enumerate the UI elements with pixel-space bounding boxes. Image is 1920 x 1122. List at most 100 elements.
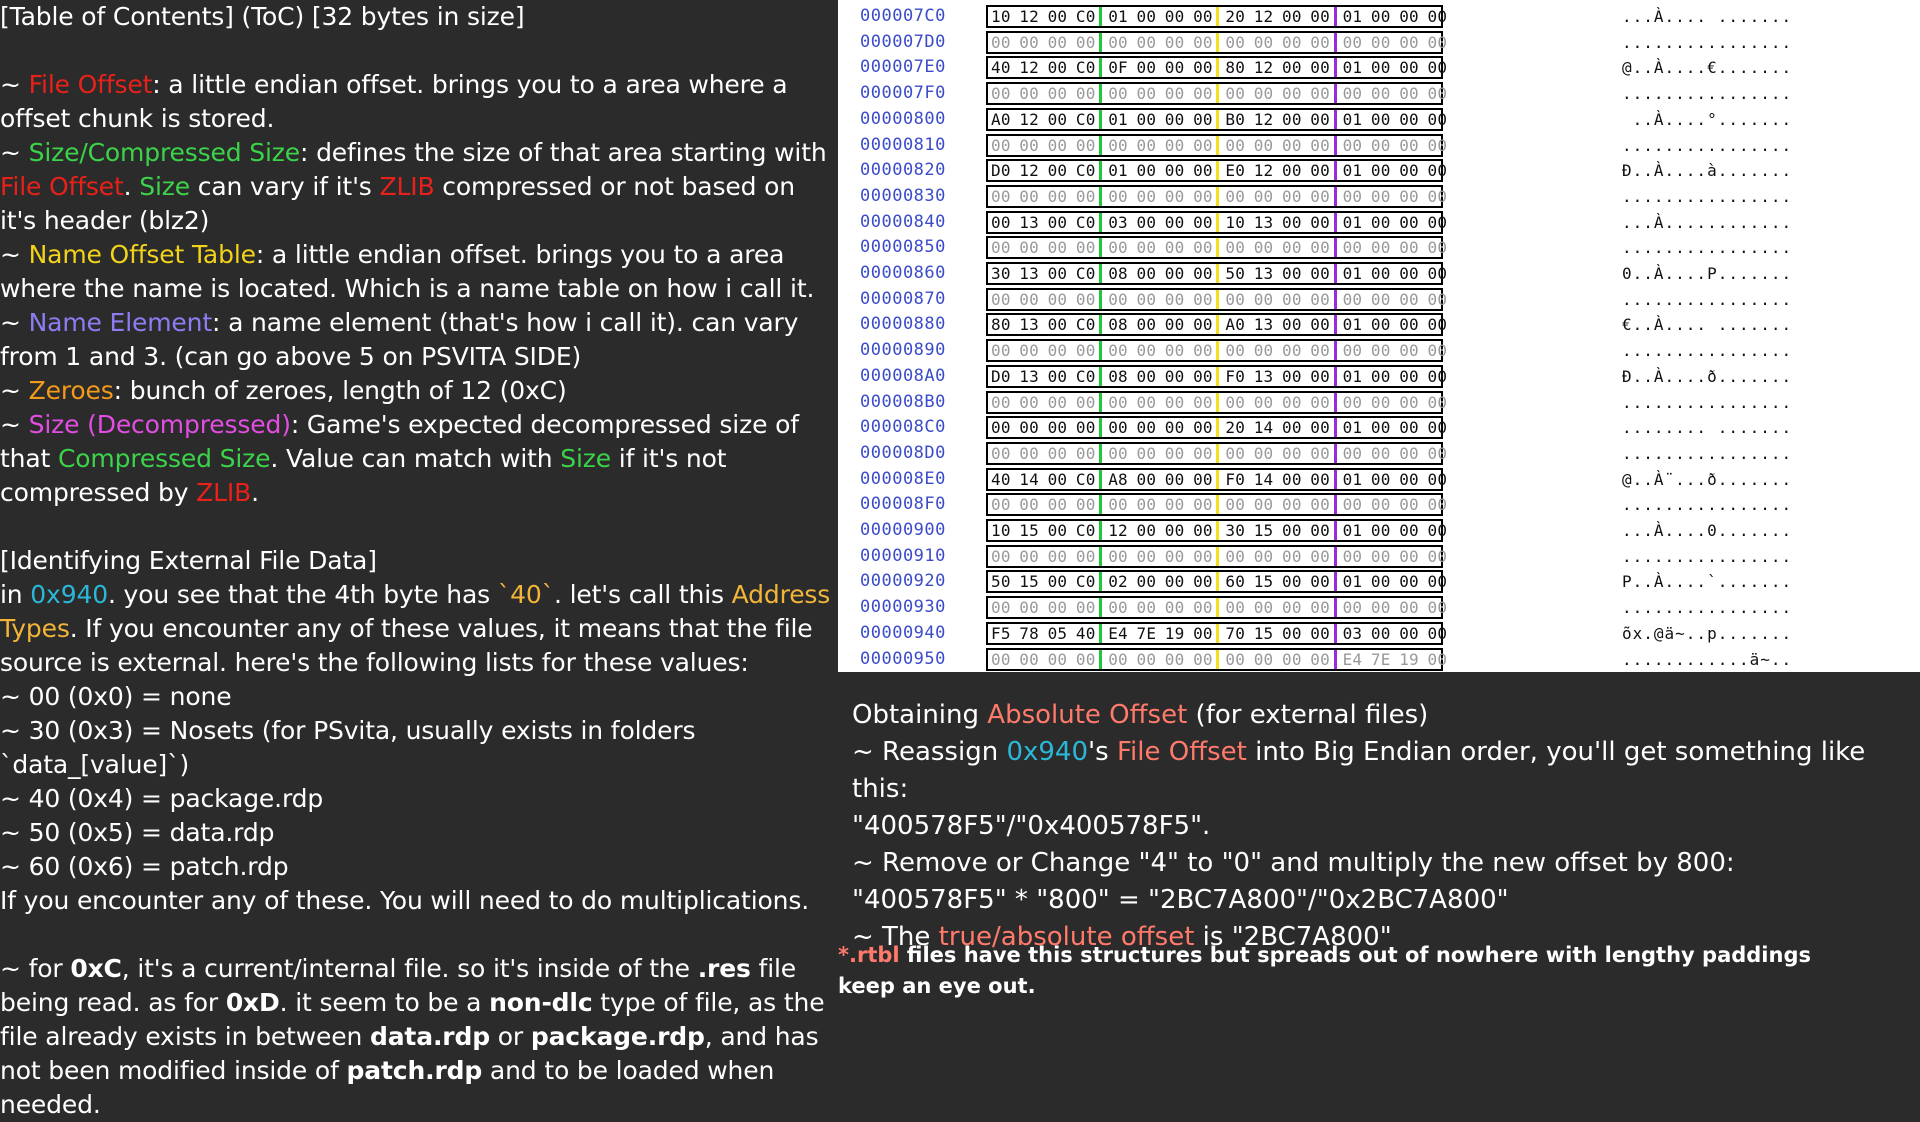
hex-byte: 20 bbox=[1225, 7, 1246, 26]
hex-bytes: 00 00 00 00 00 00 00 00 00 00 00 00 00 00 00 00 bbox=[986, 236, 1447, 260]
hex-byte: 00 bbox=[1399, 572, 1419, 592]
hex-bytes: 00 00 00 00 00 00 00 00 00 00 00 00 00 00 00 00 bbox=[986, 133, 1447, 157]
hex-byte: 00 bbox=[1225, 289, 1246, 309]
hex-byte: 00 bbox=[1427, 443, 1448, 463]
hex-byte: 00 bbox=[1399, 521, 1419, 540]
hex-byte: 00 bbox=[1019, 546, 1039, 566]
hex-byte: 13 bbox=[1019, 212, 1039, 232]
hex-ascii: Ð..À....ð....... bbox=[1622, 366, 1793, 386]
field-separator bbox=[1216, 521, 1220, 540]
hex-byte: 00 bbox=[1136, 212, 1157, 232]
hex-byte: 00 bbox=[1370, 623, 1391, 643]
hex-byte: 00 bbox=[1047, 186, 1068, 206]
hex-byte: 01 bbox=[1342, 161, 1363, 181]
hex-address: 00000840 bbox=[860, 211, 946, 232]
hex-ascii: @..À....€....... bbox=[1622, 58, 1793, 78]
hex-byte: 30 bbox=[1225, 521, 1246, 540]
hex-byte: 20 bbox=[1225, 418, 1246, 438]
hex-byte: 00 bbox=[1164, 135, 1185, 155]
hex-byte: 00 bbox=[1342, 546, 1363, 566]
hex-byte: 00 bbox=[1370, 238, 1391, 258]
list-item: ~ 60 (0x6) = patch.rdp bbox=[0, 852, 289, 881]
hex-bytes: 00 00 00 00 00 00 00 00 00 00 00 00 00 00 00 00 bbox=[986, 287, 1447, 311]
hex-byte: 01 bbox=[1108, 109, 1128, 129]
hex-byte: 00 bbox=[1282, 469, 1302, 489]
hex-byte: 00 bbox=[1193, 135, 1213, 155]
hex-byte: 00 bbox=[1310, 521, 1330, 540]
field-separator bbox=[1216, 186, 1220, 206]
hex-byte: 13 bbox=[1253, 366, 1274, 386]
hex-byte: C0 bbox=[1075, 264, 1096, 283]
hex-byte: 00 bbox=[1310, 186, 1330, 206]
hex-byte: 00 bbox=[1310, 84, 1330, 104]
hex-row: 00000900 10 15 00 C0 12 00 00 00 30 15 00 00 01 00 00 00… bbox=[838, 518, 1920, 544]
hex-byte: 00 bbox=[1427, 366, 1448, 386]
field-separator bbox=[1333, 289, 1337, 309]
hex-byte: 00 bbox=[1019, 392, 1039, 412]
hex-byte: 00 bbox=[1282, 598, 1302, 618]
decompressed-line: ~ Size (Decompressed): Game's expected d… bbox=[0, 410, 799, 507]
hex-byte: 00 bbox=[1399, 212, 1419, 232]
hex-byte: 00 bbox=[1108, 546, 1128, 566]
hex-byte: 00 bbox=[1164, 418, 1185, 438]
step-big-endian-value: "400578F5"/"0x400578F5". bbox=[852, 811, 1211, 841]
field-separator bbox=[1216, 109, 1220, 129]
hex-ascii: õx.@ä~..p....... bbox=[1622, 623, 1793, 643]
hex-byte: 00 bbox=[1193, 366, 1213, 386]
hex-byte: C0 bbox=[1075, 212, 1096, 232]
hex-byte: 00 bbox=[1310, 598, 1330, 618]
hex-ascii: ................ bbox=[1622, 443, 1793, 463]
hex-byte: 00 bbox=[1399, 7, 1419, 26]
hex-byte: F5 bbox=[991, 623, 1011, 643]
hex-byte: 00 bbox=[1282, 289, 1302, 309]
hex-byte: 00 bbox=[1399, 186, 1419, 206]
field-separator bbox=[1099, 366, 1103, 386]
field-separator bbox=[1099, 315, 1103, 335]
hex-byte: 00 bbox=[1370, 32, 1391, 52]
hex-byte: 00 bbox=[1282, 212, 1302, 232]
hex-byte: 78 bbox=[1019, 623, 1039, 643]
hex-byte: 00 bbox=[1075, 135, 1096, 155]
hex-byte: 00 bbox=[1193, 649, 1213, 669]
list-item: ~ 30 (0x3) = Nosets (for PSvita, usually… bbox=[0, 716, 696, 779]
step-reassign: ~ Reassign 0x940's File Offset into Big … bbox=[852, 737, 1866, 804]
hex-byte: C0 bbox=[1075, 469, 1096, 489]
hex-byte: 00 bbox=[1108, 238, 1128, 258]
hex-byte: 00 bbox=[1136, 186, 1157, 206]
field-separator bbox=[1099, 58, 1103, 78]
toc-header: [Table of Contents] (ToC) [32 bytes in s… bbox=[0, 2, 525, 31]
hex-byte: 00 bbox=[1108, 495, 1128, 515]
hex-byte: 00 bbox=[1370, 521, 1391, 540]
list-item: ~ 00 (0x0) = none bbox=[0, 682, 232, 711]
field-separator bbox=[1333, 32, 1337, 52]
hex-byte: 00 bbox=[1370, 58, 1391, 78]
field-separator bbox=[1216, 598, 1220, 618]
hex-byte: 30 bbox=[991, 264, 1011, 283]
hex-byte: 00 bbox=[1193, 58, 1213, 78]
hex-row: 00000910 00 00 00 00 00 00 00 00 00 00 00 00 00 00 00 00… bbox=[838, 544, 1920, 570]
hex-byte: 00 bbox=[1370, 392, 1391, 412]
hex-byte: 01 bbox=[1108, 161, 1128, 181]
hex-byte: 00 bbox=[1253, 392, 1274, 412]
hex-byte: 00 bbox=[1075, 238, 1096, 258]
hex-byte: 00 bbox=[1427, 161, 1448, 181]
hex-byte: 7E bbox=[1136, 623, 1157, 643]
hex-byte: 00 bbox=[1310, 418, 1330, 438]
hex-byte: 00 bbox=[1136, 264, 1157, 283]
hex-address: 000008A0 bbox=[860, 365, 946, 386]
hex-byte: 00 bbox=[1019, 443, 1039, 463]
field-separator bbox=[1216, 418, 1220, 438]
hex-byte: 50 bbox=[991, 572, 1011, 592]
hex-byte: 00 bbox=[1047, 649, 1068, 669]
hex-byte: 00 bbox=[1047, 135, 1068, 155]
hex-bytes: 30 13 00 C0 08 00 00 00 50 13 00 00 01 00 00 00 bbox=[986, 262, 1447, 285]
hex-byte: 00 bbox=[1193, 598, 1213, 618]
hex-byte: 00 bbox=[991, 135, 1011, 155]
hex-bytes: 40 14 00 C0 A8 00 00 00 F0 14 00 00 01 00 00 00 bbox=[986, 467, 1447, 491]
hex-bytes: 00 00 00 00 00 00 00 00 00 00 00 00 00 00 00 00 bbox=[986, 441, 1447, 465]
hex-byte: 00 bbox=[1427, 289, 1448, 309]
field-separator bbox=[1099, 418, 1103, 438]
hex-byte: 00 bbox=[1427, 598, 1448, 618]
hex-byte: F0 bbox=[1225, 469, 1246, 489]
hex-byte: 00 bbox=[1253, 341, 1274, 361]
